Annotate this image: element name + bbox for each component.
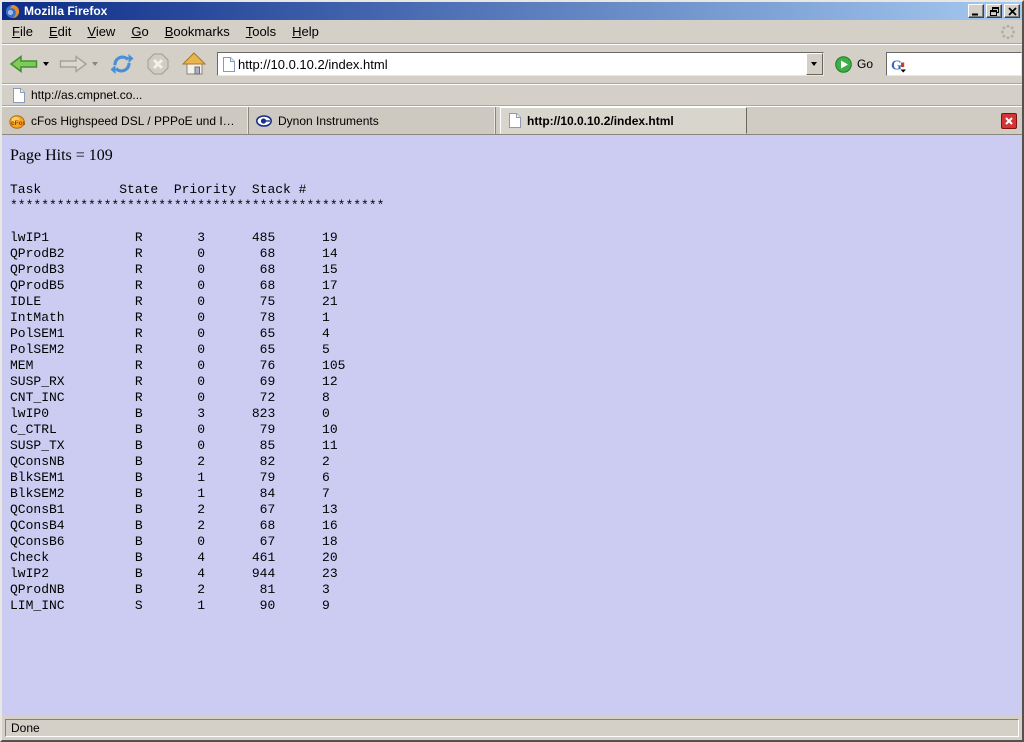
menu-tools[interactable]: Tools bbox=[238, 21, 284, 42]
back-button[interactable] bbox=[9, 53, 39, 75]
table-row: Check B 4 461 20 bbox=[10, 550, 1014, 566]
bookmarks-bar: http://as.cmpnet.co... bbox=[2, 84, 1022, 106]
table-row: BlkSEM2 B 1 84 7 bbox=[10, 486, 1014, 502]
page-icon bbox=[12, 88, 25, 103]
menu-help[interactable]: Help bbox=[284, 21, 327, 42]
svg-text:G: G bbox=[891, 58, 902, 73]
stop-icon bbox=[146, 52, 170, 76]
table-row: QConsNB B 2 82 2 bbox=[10, 454, 1014, 470]
restore-icon bbox=[990, 7, 999, 16]
tab-bar: cFos cFos Highspeed DSL / PPPoE und ISDN … bbox=[2, 106, 1022, 135]
dynon-icon bbox=[256, 113, 272, 129]
menu-bar-items: FileEditViewGoBookmarksToolsHelp bbox=[4, 21, 327, 42]
table-row: lwIP1 R 3 485 19 bbox=[10, 230, 1014, 246]
tab-close-button[interactable] bbox=[1001, 113, 1017, 129]
tab-label: cFos Highspeed DSL / PPPoE und ISDN CAP.… bbox=[31, 114, 241, 128]
home-icon bbox=[182, 52, 206, 76]
page-icon bbox=[508, 113, 521, 128]
svg-text:cFos: cFos bbox=[11, 120, 25, 127]
tab-1[interactable]: cFos cFos Highspeed DSL / PPPoE und ISDN … bbox=[2, 107, 249, 134]
menu-edit[interactable]: Edit bbox=[41, 21, 79, 42]
tab-3-active[interactable]: http://10.0.10.2/index.html bbox=[500, 107, 747, 134]
cfos-icon: cFos bbox=[9, 113, 25, 129]
table-row: QProdB5 R 0 68 17 bbox=[10, 278, 1014, 294]
bookmark-label: http://as.cmpnet.co... bbox=[31, 88, 142, 102]
table-row: BlkSEM1 B 1 79 6 bbox=[10, 470, 1014, 486]
table-row: QProdNB B 2 81 3 bbox=[10, 582, 1014, 598]
table-blank-row bbox=[10, 214, 1014, 230]
restore-button[interactable] bbox=[986, 4, 1002, 18]
page-hits: Page Hits = 109 bbox=[10, 147, 1014, 165]
table-row: CNT_INC R 0 72 8 bbox=[10, 390, 1014, 406]
url-input[interactable] bbox=[235, 54, 806, 74]
window-title: Mozilla Firefox bbox=[24, 4, 966, 18]
forward-dropdown-icon[interactable] bbox=[92, 62, 98, 66]
menu-bar: FileEditViewGoBookmarksToolsHelp bbox=[2, 20, 1022, 44]
table-row: PolSEM1 R 0 65 4 bbox=[10, 326, 1014, 342]
page-content: Page Hits = 109 Task State Priority Stac… bbox=[2, 135, 1022, 716]
go-label: Go bbox=[857, 57, 873, 71]
go-icon bbox=[835, 56, 852, 73]
tab-label: http://10.0.10.2/index.html bbox=[527, 114, 674, 128]
table-row: IDLE R 0 75 21 bbox=[10, 294, 1014, 310]
table-row: SUSP_RX R 0 69 12 bbox=[10, 374, 1014, 390]
home-button[interactable] bbox=[182, 52, 206, 76]
table-row: C_CTRL B 0 79 10 bbox=[10, 422, 1014, 438]
table-row: QConsB6 B 0 67 18 bbox=[10, 534, 1014, 550]
table-row: QConsB4 B 2 68 16 bbox=[10, 518, 1014, 534]
menu-bookmarks[interactable]: Bookmarks bbox=[157, 21, 238, 42]
forward-button[interactable] bbox=[58, 53, 88, 75]
status-bar: Done bbox=[2, 716, 1022, 740]
task-table: Task State Priority Stack #*************… bbox=[10, 182, 1014, 614]
tab-strip: cFos cFos Highspeed DSL / PPPoE und ISDN … bbox=[2, 107, 747, 134]
table-row: MEM R 0 76 105 bbox=[10, 358, 1014, 374]
throbber-icon bbox=[1000, 24, 1016, 40]
tab-close-icon bbox=[1004, 116, 1014, 126]
table-row: lwIP0 B 3 823 0 bbox=[10, 406, 1014, 422]
table-row: lwIP2 B 4 944 23 bbox=[10, 566, 1014, 582]
table-row: QConsB1 B 2 67 13 bbox=[10, 502, 1014, 518]
table-row: QProdB2 R 0 68 14 bbox=[10, 246, 1014, 262]
tab-label: Dynon Instruments bbox=[278, 114, 379, 128]
table-row: QProdB3 R 0 68 15 bbox=[10, 262, 1014, 278]
back-icon bbox=[9, 53, 39, 75]
firefox-icon bbox=[5, 4, 20, 19]
menu-file[interactable]: File bbox=[4, 21, 41, 42]
stop-button[interactable] bbox=[146, 52, 170, 76]
browser-window: Mozilla Firefox FileEditViewGoBookmarksT… bbox=[0, 0, 1024, 742]
table-row: PolSEM2 R 0 65 5 bbox=[10, 342, 1014, 358]
close-button[interactable] bbox=[1004, 4, 1020, 18]
table-row: IntMath R 0 78 1 bbox=[10, 310, 1014, 326]
url-bar bbox=[217, 52, 824, 76]
table-row: LIM_INC S 1 90 9 bbox=[10, 598, 1014, 614]
back-dropdown-icon[interactable] bbox=[43, 62, 49, 66]
minimize-icon bbox=[972, 7, 981, 16]
menu-go[interactable]: Go bbox=[123, 21, 156, 42]
bookmark-item[interactable]: http://as.cmpnet.co... bbox=[8, 87, 146, 104]
forward-icon bbox=[58, 53, 88, 75]
url-dropdown-button[interactable] bbox=[806, 53, 823, 75]
go-button[interactable]: Go bbox=[835, 56, 873, 73]
navigation-toolbar: Go G bbox=[2, 44, 1022, 84]
table-row: SUSP_TX B 0 85 11 bbox=[10, 438, 1014, 454]
close-icon bbox=[1008, 7, 1017, 16]
title-bar: Mozilla Firefox bbox=[2, 2, 1022, 20]
google-icon[interactable]: G bbox=[890, 56, 907, 73]
page-icon bbox=[222, 57, 235, 72]
table-separator-row: ****************************************… bbox=[10, 198, 1014, 214]
reload-button[interactable] bbox=[110, 52, 134, 76]
minimize-button[interactable] bbox=[968, 4, 984, 18]
search-input[interactable] bbox=[907, 54, 1021, 74]
reload-icon bbox=[110, 52, 134, 76]
tab-2[interactable]: Dynon Instruments bbox=[249, 107, 496, 134]
menu-view[interactable]: View bbox=[79, 21, 123, 42]
table-header-row: Task State Priority Stack # bbox=[10, 182, 1014, 198]
status-text: Done bbox=[5, 719, 1019, 737]
search-box: G bbox=[886, 52, 1022, 76]
